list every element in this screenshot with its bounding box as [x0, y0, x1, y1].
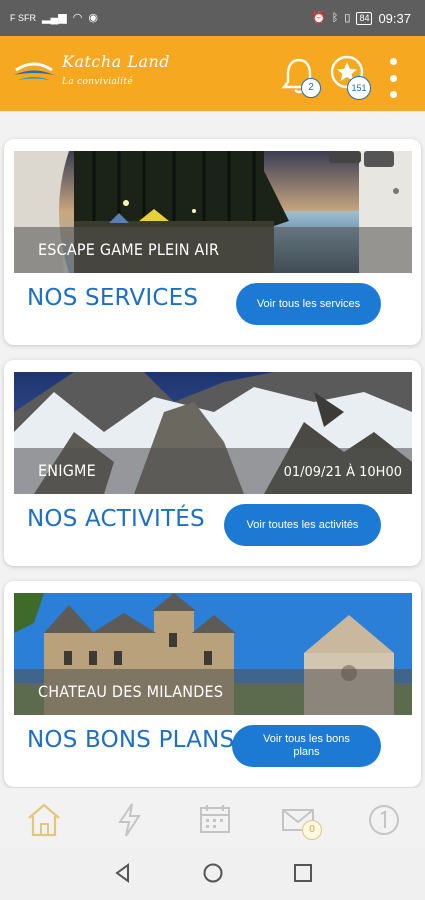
battery-indicator: 84: [356, 11, 373, 25]
tab-info[interactable]: [364, 802, 404, 842]
brand-name: Katcha Land: [62, 52, 171, 71]
card-title: NOS ACTIVITÉS: [27, 506, 205, 532]
good-deals-card[interactable]: CHATEAU DES MILANDES NOS BONS PLANS Voir…: [4, 581, 421, 787]
calendar-icon: [200, 805, 230, 833]
image-caption: ENIGME: [38, 461, 96, 480]
image-caption: ESCAPE GAME PLEIN AIR: [38, 240, 220, 259]
signal-icon: ▂▄▆: [42, 11, 67, 24]
tab-calendar[interactable]: [195, 802, 235, 842]
card-title: NOS BONS PLANS: [27, 727, 235, 753]
recents-icon: [294, 864, 312, 882]
favorites-button[interactable]: 151: [329, 54, 371, 100]
info-icon: [369, 805, 399, 835]
eye-icon: ◉: [88, 11, 98, 24]
alarm-icon: ⏰: [312, 11, 326, 24]
vibrate-icon: ▯: [344, 11, 351, 24]
home-nav-button[interactable]: [202, 862, 224, 889]
bolt-icon: [118, 803, 141, 837]
tab-services[interactable]: [110, 802, 150, 842]
notifications-badge: 2: [301, 78, 321, 98]
activities-card[interactable]: ENIGME 01/09/21 À 10H00 NOS ACTIVITÉS Vo…: [4, 360, 421, 566]
system-navigation-bar: [0, 848, 425, 900]
activity-date: 01/09/21 À 10H00: [283, 465, 402, 480]
brand-tagline: La convivialité: [62, 77, 133, 87]
activities-image[interactable]: ENIGME 01/09/21 À 10H00: [14, 372, 412, 494]
back-button[interactable]: [112, 862, 134, 889]
services-card[interactable]: ESCAPE GAME PLEIN AIR NOS SERVICES Voir …: [4, 139, 421, 345]
messages-badge: 0: [302, 820, 322, 840]
home-icon: [28, 803, 60, 837]
more-vert-icon[interactable]: [386, 58, 400, 98]
bottom-tab-bar: 0: [0, 788, 425, 848]
carrier-label: F SFR: [10, 13, 36, 23]
back-icon: [115, 863, 129, 883]
app-header: Katcha Land La convivialité 2 151: [0, 36, 425, 111]
status-bar: F SFR ▂▄▆ ◠ ◉ ⏰ ᛒ ▯ 84 09:37: [0, 0, 425, 36]
katcha-land-logo: [12, 58, 56, 91]
services-image[interactable]: ESCAPE GAME PLEIN AIR: [14, 151, 412, 273]
circle-home-icon: [203, 863, 223, 883]
tab-home[interactable]: [24, 802, 64, 842]
see-all-activities-button[interactable]: Voir toutes les activités: [224, 504, 381, 546]
tab-messages[interactable]: 0: [280, 802, 322, 842]
recents-button[interactable]: [292, 862, 314, 889]
notifications-button[interactable]: 2: [281, 56, 321, 100]
bluetooth-icon: ᛒ: [331, 11, 339, 24]
favorites-badge: 151: [347, 76, 371, 100]
see-all-services-button[interactable]: Voir tous les services: [236, 283, 381, 325]
see-all-good-deals-button[interactable]: Voir tous les bons plans: [232, 725, 381, 767]
brand: Katcha Land La convivialité: [62, 52, 170, 87]
wifi-icon: ◠: [72, 11, 83, 24]
card-title: NOS SERVICES: [27, 285, 199, 311]
good-deals-image[interactable]: CHATEAU DES MILANDES: [14, 593, 412, 715]
image-caption: CHATEAU DES MILANDES: [38, 682, 224, 701]
clock: 09:37: [378, 10, 411, 26]
